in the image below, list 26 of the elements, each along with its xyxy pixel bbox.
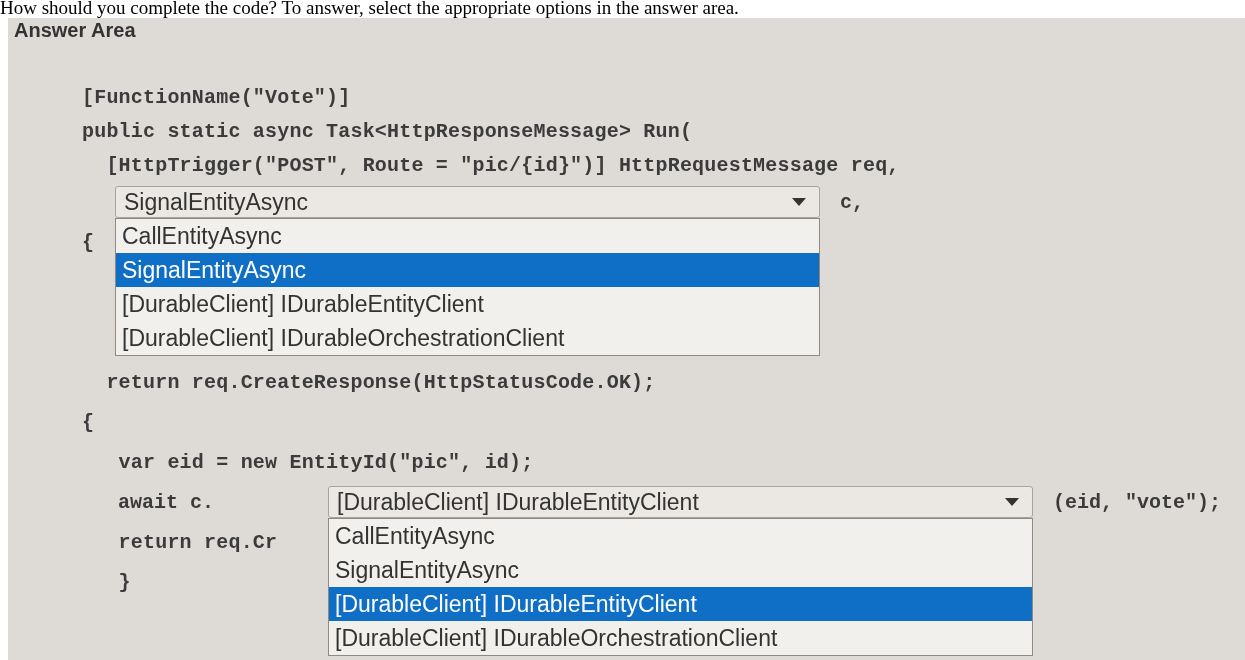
dropdown-option[interactable]: [DurableClient] IDurableOrchestrationClient xyxy=(329,621,1032,655)
code-line: public static async Task<HttpResponseMessage> Run( xyxy=(82,119,693,143)
code-line: [HttpTrigger("POST", Route = "pic/{id}")] HttpRequestMessage req, xyxy=(105,153,900,177)
code-line: c, xyxy=(840,190,864,214)
dropdown-option[interactable]: SignalEntityAsync xyxy=(116,253,819,287)
dropdown-option[interactable]: CallEntityAsync xyxy=(116,219,819,253)
dropdown-option[interactable]: [DurableClient] IDurableEntityClient xyxy=(329,587,1032,621)
dropdown-field[interactable]: [DurableClient] IDurableEntityClient xyxy=(328,486,1033,518)
code-line: (eid, "vote"); xyxy=(1053,490,1222,514)
code-line: } xyxy=(117,570,131,594)
question-text: How should you complete the code? To answer, select the appropriate options in the answer area. xyxy=(0,0,740,18)
code-line: { xyxy=(82,230,95,254)
code-line: return req.Cr xyxy=(117,530,278,554)
answer-area-heading: Answer Area xyxy=(13,18,136,42)
caret-icon xyxy=(791,197,807,207)
dropdown-field[interactable]: SignalEntityAsync xyxy=(115,186,820,218)
caret-icon xyxy=(1004,497,1020,507)
code-line: [FunctionName("Vote")] xyxy=(82,85,351,109)
code-line: await c. xyxy=(117,490,216,514)
dropdown-option[interactable]: [DurableClient] IDurableOrchestrationClient xyxy=(116,321,819,355)
dropdown-option[interactable]: CallEntityAsync xyxy=(329,519,1032,553)
code-line: { xyxy=(82,410,95,434)
code-line: return req.CreateResponse(HttpStatusCode.OK); xyxy=(105,370,656,394)
dropdown-option[interactable]: [DurableClient] IDurableEntityClient xyxy=(116,287,819,321)
code-line: var eid = new EntityId("pic", id); xyxy=(117,450,534,474)
dropdown-option[interactable]: SignalEntityAsync xyxy=(329,553,1032,587)
